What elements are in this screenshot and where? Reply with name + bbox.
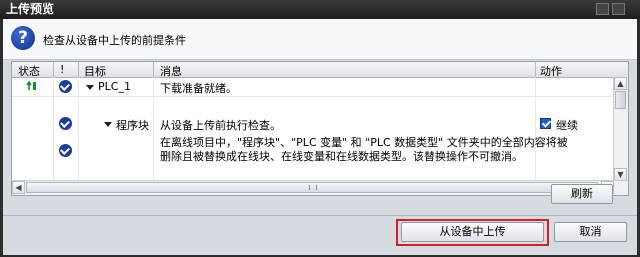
question-icon: ? <box>11 26 35 50</box>
table-header: 状态 ! 目标 消息 动作 <box>12 62 628 78</box>
expand-arrow-icon[interactable] <box>86 85 94 90</box>
cancel-button[interactable]: 取消 <box>554 222 627 242</box>
col-exclamation[interactable]: ! <box>60 63 64 76</box>
check-icon <box>59 144 72 157</box>
header-text: 检查从设备中上传的前提条件 <box>43 34 186 47</box>
col-action[interactable]: 动作 <box>540 63 562 79</box>
scroll-left-icon[interactable]: ◀ <box>12 181 25 194</box>
col-message[interactable]: 消息 <box>160 63 182 79</box>
row-message-line2: 删除且被替换成在线块、在线变量和在线数据类型。该替换操作不可撤消。 <box>160 150 523 163</box>
row-target: PLC_1 <box>98 80 131 93</box>
row-message: 从设备上传前执行检查。 <box>160 119 281 132</box>
continue-checkbox[interactable] <box>540 118 551 129</box>
vertical-scrollbar[interactable]: ▲ ▼ <box>613 77 628 181</box>
dialog-header: ? 检查从设备中上传的前提条件 <box>3 19 637 60</box>
title-bar: 上传预览 <box>0 0 640 19</box>
close-button[interactable] <box>612 3 625 15</box>
upload-from-device-button[interactable]: 从设备中上传 <box>401 222 544 242</box>
col-status[interactable]: 状态 <box>18 63 40 79</box>
horizontal-scroll-thumb[interactable] <box>26 182 598 193</box>
table-row[interactable]: PLC_1 下载准备就绪。 <box>12 78 614 96</box>
row-message: 下载准备就绪。 <box>160 82 237 95</box>
device-up-icon <box>26 80 38 91</box>
vertical-scroll-thumb[interactable] <box>615 91 626 109</box>
expand-arrow-icon[interactable] <box>104 122 112 127</box>
check-icon <box>59 80 72 93</box>
upload-preview-dialog: ? 检查从设备中上传的前提条件 状态 ! 目标 消息 动作 PLC_1 下载准备 <box>3 19 637 255</box>
col-target[interactable]: 目标 <box>84 63 106 79</box>
window-title: 上传预览 <box>6 2 55 16</box>
scroll-up-icon[interactable]: ▲ <box>614 77 627 90</box>
preview-table: 状态 ! 目标 消息 动作 PLC_1 下载准备就绪。 程序块 从设备上传前执行… <box>11 61 629 196</box>
row-action: 继续 <box>556 119 578 132</box>
table-row[interactable]: 在离线项目中，"程序块"、"PLC 变量" 和 "PLC 数据类型" 文件夹中的… <box>12 133 614 163</box>
row-target: 程序块 <box>116 119 149 132</box>
table-row[interactable]: 程序块 从设备上传前执行检查。 继续 <box>12 115 614 133</box>
refresh-button[interactable]: 刷新 <box>551 184 613 204</box>
maximize-button[interactable] <box>596 3 609 15</box>
check-icon <box>59 117 72 130</box>
horizontal-scrollbar[interactable]: ◀ ▶ <box>12 180 628 195</box>
